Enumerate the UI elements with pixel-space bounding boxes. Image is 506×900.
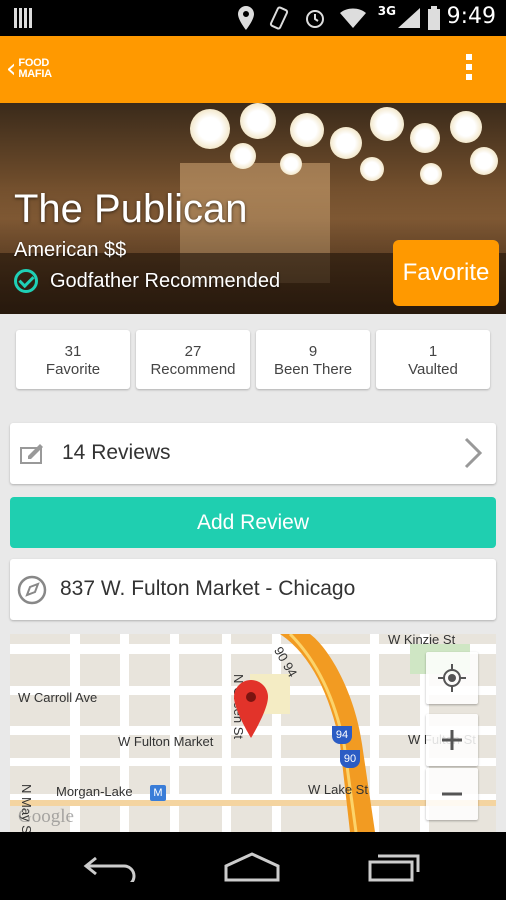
vibrate-icon [269,6,289,30]
cuisine-price: American $$ [14,239,127,261]
recent-apps-icon[interactable] [366,852,426,882]
stats-row: 31 Favorite 27 Recommend 9 Been There 1 … [16,330,490,389]
signal-icon [398,8,420,28]
stat-count: 9 [308,343,318,360]
my-location-button[interactable] [426,652,478,704]
app-bar: ‹ FOOD MAFIA [0,36,506,103]
status-bar: 3G 9:49 [0,0,506,36]
stat-favorite[interactable]: 31 Favorite [16,330,130,389]
reviews-count-label: 14 Reviews [62,441,171,464]
favorite-button[interactable]: Favorite [393,240,499,306]
logo-line-2: MAFIA [18,68,52,80]
add-review-button[interactable]: Add Review [10,497,496,548]
stat-label: Recommend [150,361,236,378]
overflow-menu-icon[interactable] [466,54,472,84]
stat-label: Vaulted [408,361,458,378]
edit-icon [20,444,43,464]
recommended-badge: Godfather Recommended [14,269,280,293]
clock: 9:49 [446,4,496,29]
address-label: 837 W. Fulton Market - Chicago [60,577,356,600]
zoom-out-button[interactable] [426,768,478,820]
wifi-icon [340,8,366,28]
compass-icon [17,575,47,605]
recommended-label: Godfather Recommended [50,269,281,292]
map-street-label: W Fulton Market [118,734,214,749]
stat-been-there[interactable]: 9 Been There [256,330,370,389]
location-icon [238,6,254,30]
network-type: 3G [377,4,396,18]
stat-label: Been There [273,361,353,378]
map-street-label: W Kinzie St [388,634,456,647]
crosshair-icon [438,664,466,692]
minus-icon [442,792,462,796]
back-icon[interactable] [82,852,142,882]
restaurant-name: The Publican [14,187,248,231]
chevron-left-icon: ‹ [6,54,17,84]
home-icon[interactable] [222,852,282,882]
google-attribution: Google [18,806,74,827]
stat-count: 27 [184,343,202,360]
interstate-shield-90: 90 [340,750,360,768]
interstate-shield-94: 94 [332,726,352,744]
alarm-icon [306,10,324,28]
stat-vaulted[interactable]: 1 Vaulted [376,330,490,389]
reviews-row[interactable]: 14 Reviews [10,423,496,484]
stat-count: 1 [428,343,438,360]
restaurant-detail-screen: 3G 9:49 ‹ FOOD MAFIA The Publican Americ… [0,0,506,900]
plus-icon [442,730,462,750]
notification-icon [14,8,34,28]
map-street-label: Morgan-Lake [56,784,133,799]
zoom-in-button[interactable] [426,714,478,766]
chevron-right-icon [464,437,483,469]
app-logo[interactable]: ‹ FOOD MAFIA [6,56,52,82]
stat-label: Favorite [45,361,101,378]
metro-icon: M [150,785,166,801]
hero-image: The Publican American $$ Godfather Recom… [0,103,506,314]
map-street-label: W Lake St [308,782,368,797]
battery-icon [428,6,440,30]
address-row[interactable]: 837 W. Fulton Market - Chicago [10,559,496,620]
navigation-bar [0,832,506,900]
stat-recommend[interactable]: 27 Recommend [136,330,250,389]
location-map[interactable]: W Kinzie St W Carroll Ave N Green St W F… [10,634,496,832]
map-pin-icon [234,680,268,738]
check-circle-icon [14,269,38,293]
stat-count: 31 [64,343,82,360]
map-street-label: W Carroll Ave [18,690,98,705]
